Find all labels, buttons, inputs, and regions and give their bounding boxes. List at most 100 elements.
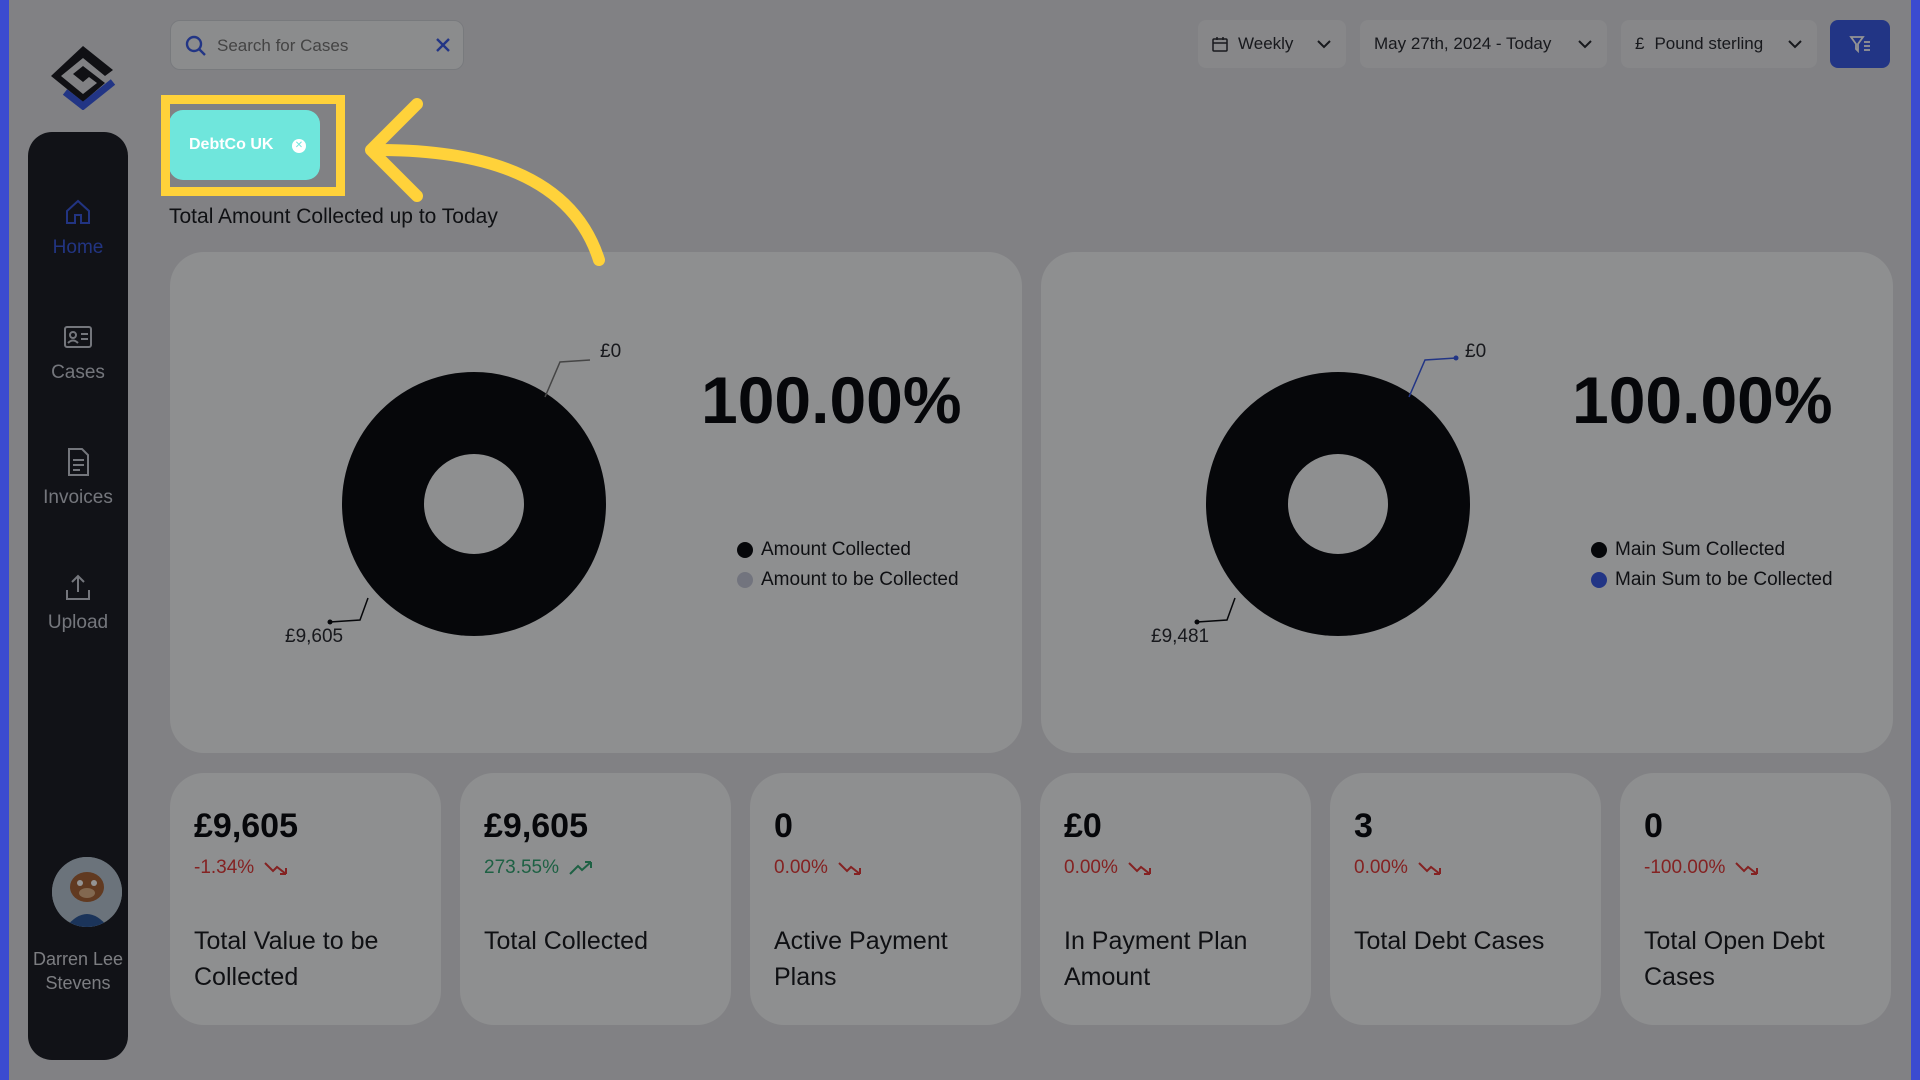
legend-item: Main Sum Collected <box>1591 535 1833 565</box>
currency-dropdown[interactable]: £ Pound sterling <box>1621 20 1817 68</box>
leader-line-top <box>1408 357 1457 398</box>
sidebar: Home Cases Invoices Upload Darren Lee St… <box>28 132 128 1060</box>
date-range-value: May 27th, 2024 - Today <box>1374 34 1552 53</box>
stat-value: 3 <box>1354 807 1373 845</box>
chevron-down-icon <box>1578 40 1592 49</box>
chart-legend: Main Sum Collected Main Sum to be Collec… <box>1591 535 1833 595</box>
stat-change-value: -1.34% <box>194 857 255 878</box>
stat-change: -1.34% <box>194 857 288 879</box>
legend-dot <box>737 572 753 588</box>
stat-card-payment-plan-amount[interactable]: £0 0.00% In Payment Plan Amount <box>1040 773 1311 1025</box>
leader-dot <box>327 619 333 625</box>
legend-label: Main Sum to be Collected <box>1615 569 1833 590</box>
main-sum-collected-card: £0 £9,481 100.00% Main Sum Collected Mai… <box>1041 252 1893 753</box>
leader-dot <box>1453 355 1459 361</box>
search-box <box>170 20 464 70</box>
slice-label-bottom: £9,605 <box>285 626 344 647</box>
avatar[interactable] <box>52 857 122 927</box>
sidebar-item-invoices[interactable]: Invoices <box>28 447 128 509</box>
date-range-dropdown[interactable]: May 27th, 2024 - Today <box>1360 20 1607 68</box>
app-screen: Home Cases Invoices Upload Darren Lee St… <box>9 0 1911 1080</box>
trend-down-icon <box>1418 862 1441 875</box>
annotation-arrow-icon <box>365 98 605 266</box>
donut-slices <box>1206 372 1470 636</box>
close-icon[interactable] <box>433 35 453 55</box>
stat-card-total-collected[interactable]: £9,605 273.55% Total Collected <box>460 773 731 1025</box>
donut-slice-main-sum-collected[interactable] <box>1206 372 1470 636</box>
leader-line-top <box>544 359 591 398</box>
id-card-icon <box>64 326 92 348</box>
period-value: Weekly <box>1238 34 1294 53</box>
slice-label-top: £0 <box>600 341 622 362</box>
upload-icon <box>66 574 90 600</box>
stat-change: 0.00% <box>1354 857 1442 879</box>
chevron-down-icon <box>1317 40 1331 49</box>
slice-label-top: £0 <box>1465 341 1487 362</box>
chevron-down-icon <box>1788 40 1802 49</box>
home-icon <box>66 199 90 224</box>
stat-value: 0 <box>1644 807 1663 845</box>
search-icon <box>185 35 206 56</box>
stat-change: 0.00% <box>1064 857 1152 879</box>
stat-name: Total Debt Cases <box>1354 927 1545 955</box>
stat-value: £9,605 <box>484 807 588 845</box>
main-sum-percent: 100.00% <box>1572 363 1833 437</box>
stat-value: 0 <box>774 807 793 845</box>
filter-button[interactable] <box>1830 20 1890 68</box>
leader-line-bottom <box>1196 597 1236 623</box>
stat-value: £0 <box>1064 807 1102 845</box>
stat-change: -100.00% <box>1644 857 1759 879</box>
legend-label: Main Sum Collected <box>1615 539 1786 560</box>
slice-label-bottom: £9,481 <box>1151 626 1210 647</box>
donut-chart <box>1194 355 1470 636</box>
stat-change-value: 0.00% <box>1064 857 1118 878</box>
legend-label: Amount Collected <box>761 539 911 560</box>
stat-change: 0.00% <box>774 857 862 879</box>
search-input[interactable] <box>217 33 417 59</box>
calendar-icon <box>1212 37 1228 52</box>
amount-collected-card: £0 £9,605 100.00% Amount Collected Amoun… <box>170 252 1022 753</box>
chart-legend: Amount Collected Amount to be Collected <box>737 535 959 595</box>
leader-dot <box>1194 619 1200 625</box>
sidebar-item-home[interactable]: Home <box>28 197 128 259</box>
legend-label: Amount to be Collected <box>761 569 959 590</box>
legend-dot <box>737 542 753 558</box>
donut-chart <box>327 359 606 636</box>
legend-item: Main Sum to be Collected <box>1591 565 1833 595</box>
stat-card-total-value[interactable]: £9,605 -1.34% Total Value to be Collecte… <box>170 773 441 1025</box>
stat-card-total-debt-cases[interactable]: 3 0.00% Total Debt Cases <box>1330 773 1601 1025</box>
currency-value: Pound sterling <box>1654 34 1764 53</box>
stat-name: Active Payment Plans <box>774 927 948 991</box>
stat-name: Total Value to be Collected <box>194 927 379 991</box>
donut-slice-amount-collected[interactable] <box>342 372 606 636</box>
donut-slices <box>342 372 606 636</box>
trend-down-icon <box>264 862 288 875</box>
legend-dot <box>1591 542 1607 558</box>
stat-change-value: 0.00% <box>1354 857 1408 878</box>
app-logo-icon <box>51 46 116 110</box>
collected-percent: 100.00% <box>701 363 962 437</box>
sidebar-item-upload[interactable]: Upload <box>28 572 128 634</box>
user-avatar-icon <box>52 857 122 927</box>
user-name: Darren Lee Stevens <box>32 949 124 993</box>
stat-name: Total Open Debt Cases <box>1644 927 1825 991</box>
highlight-box <box>161 95 345 196</box>
legend-item: Amount Collected <box>737 535 959 565</box>
leader-line-bottom <box>329 597 369 623</box>
stat-change: 273.55% <box>484 857 593 879</box>
document-icon <box>68 448 89 476</box>
sidebar-item-label: Home <box>52 237 104 258</box>
stat-card-active-payment-plans[interactable]: 0 0.00% Active Payment Plans <box>750 773 1021 1025</box>
stat-name: In Payment Plan Amount <box>1064 927 1248 991</box>
trend-down-icon <box>1735 862 1759 875</box>
stat-change-value: 273.55% <box>484 857 560 878</box>
currency-symbol: £ <box>1635 34 1645 53</box>
legend-dot <box>1591 572 1607 588</box>
stat-card-open-debt-cases[interactable]: 0 -100.00% Total Open Debt Cases <box>1620 773 1891 1025</box>
period-dropdown[interactable]: Weekly <box>1198 20 1346 68</box>
filter-icon <box>1849 36 1870 54</box>
trend-down-icon <box>838 862 861 875</box>
sidebar-item-label: Cases <box>51 362 105 383</box>
trend-up-icon <box>569 861 593 875</box>
sidebar-item-cases[interactable]: Cases <box>28 322 128 384</box>
